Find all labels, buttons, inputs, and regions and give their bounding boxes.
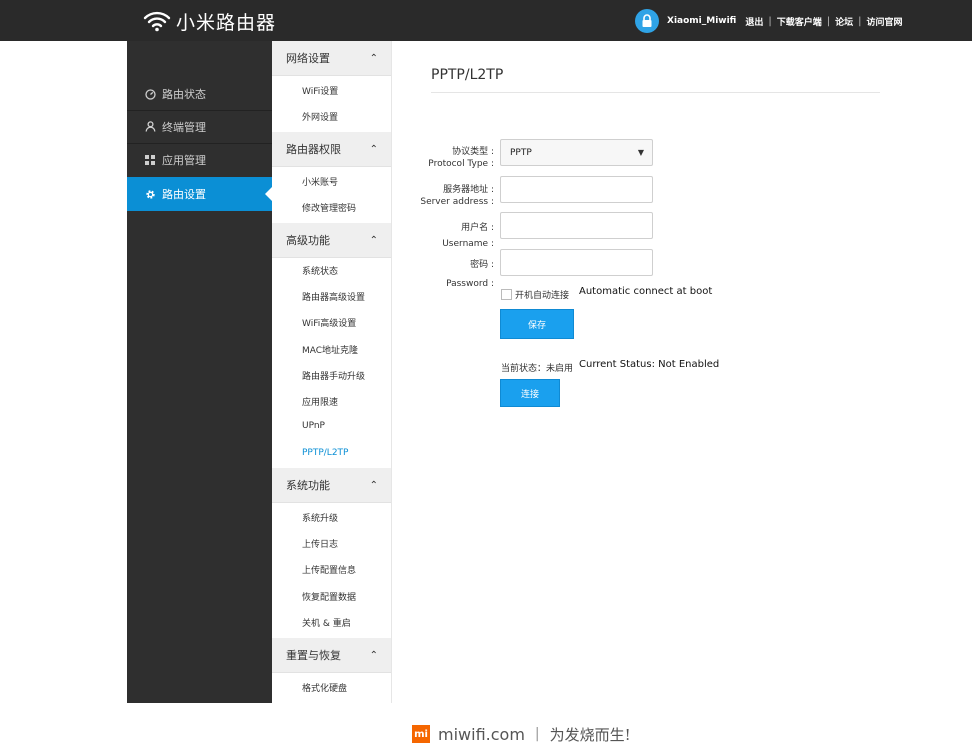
save-button[interactable]: 保存 [500,309,574,339]
auto-connect-checkbox[interactable] [501,289,512,300]
subnav-item-upnp[interactable]: UPnP [302,421,325,431]
group-title: 系统功能 [286,479,330,492]
chevron-up-icon: ⌃ [369,234,378,246]
subnav-item-admin-password[interactable]: 修改管理密码 [302,201,356,214]
label-cn: 密码 : [470,260,494,270]
label-en: Username : [442,239,494,249]
lock-icon [635,9,659,33]
protocol-type-select[interactable]: PPTP ▼ [500,139,653,166]
label-cn: 用户名 : [461,223,494,233]
user-area: Xiaomi_Miwifi 退出 | 下载客户端 | 论坛 | 访问官网 [635,9,903,33]
page-title: PPTP/L2TP [431,67,504,83]
logo[interactable]: 小米路由器 [143,8,276,34]
subnav-group-system[interactable]: 系统功能 ⌃ [272,468,391,503]
username-label: 用户名 : Username : [412,220,494,252]
subnav-item-router-advanced[interactable]: 路由器高级设置 [302,290,365,303]
settings-subnav: 网络设置 ⌃ WiFi设置 外网设置 路由器权限 ⌃ 小米账号 修改管理密码 高… [272,41,392,703]
username-input[interactable] [500,212,653,239]
subnav-item-shutdown-reboot[interactable]: 关机 & 重启 [302,616,351,629]
subnav-item-upload-log[interactable]: 上传日志 [302,537,338,550]
label-cn: 协议类型 : [452,147,494,157]
subnav-group-network[interactable]: 网络设置 ⌃ [272,41,391,76]
chevron-up-icon: ⌃ [369,479,378,491]
chevron-up-icon: ⌃ [369,649,378,661]
subnav-item-restore-config[interactable]: 恢复配置数据 [302,590,356,603]
subnav-group-reset[interactable]: 重置与恢复 ⌃ [272,638,391,673]
current-status-label: 当前状态：未启用 [501,364,574,374]
header-divider: | [768,15,772,27]
sidebar-item-label: 路由状态 [162,88,206,101]
sidebar-item-router-settings[interactable]: 路由设置 [127,177,273,211]
wifi-icon [143,11,171,32]
sidebar-item-label: 终端管理 [162,120,206,134]
subnav-item-wifi[interactable]: WiFi设置 [302,84,338,97]
username-label: Xiaomi_Miwifi [667,16,737,26]
subnav-item-wan[interactable]: 外网设置 [302,110,338,123]
footer: mi miwifi.com | 为发烧而生! [412,724,631,744]
subnav-item-mac-clone[interactable]: MAC地址克隆 [302,343,358,356]
server-address-input[interactable] [500,176,653,203]
header-divider: | [858,15,862,27]
sidebar-item-label: 路由设置 [162,188,206,201]
password-label: 密码 : Password : [412,256,494,294]
subnav-group-advanced[interactable]: 高级功能 ⌃ [272,223,391,258]
footer-divider: | [534,726,540,742]
subnav-item-upload-config[interactable]: 上传配置信息 [302,563,356,576]
label-cn: 服务器地址 : [443,185,494,195]
group-title: 高级功能 [286,234,330,247]
auto-connect-label: 开机自动连接 [515,291,570,301]
download-client-link[interactable]: 下载客户端 [777,15,822,28]
main-sidebar: 路由状态 终端管理 应用管理 路由设置 [127,41,273,703]
official-site-link[interactable]: 访问官网 [867,15,903,28]
auto-connect-label-en: Automatic connect at boot [579,286,713,297]
sidebar-item-apps[interactable]: 应用管理 [127,143,272,175]
select-value: PPTP [510,147,532,158]
forum-link[interactable]: 论坛 [835,15,853,28]
subnav-group-permissions[interactable]: 路由器权限 ⌃ [272,132,391,167]
subnav-item-pptp-l2tp[interactable]: PPTP/L2TP [302,448,348,458]
subnav-item-wifi-advanced[interactable]: WiFi高级设置 [302,316,356,329]
chevron-up-icon: ⌃ [369,143,378,155]
sidebar-item-label: 应用管理 [162,153,206,167]
logout-link[interactable]: 退出 [745,15,763,28]
caret-down-icon: ▼ [637,148,644,157]
header-divider: | [826,15,831,27]
protocol-type-label: 协议类型 : Protocol Type : [412,146,494,170]
sidebar-item-router-status[interactable]: 路由状态 [127,78,272,110]
label-en: Server address : [420,197,494,207]
label-en: Password : [446,279,494,289]
gear-icon [144,188,156,200]
password-input[interactable] [500,249,653,276]
label-en: Protocol Type : [428,159,494,169]
server-address-label: 服务器地址 : Server address : [402,184,494,208]
app-name: 小米路由器 [176,11,277,34]
top-header: 小米路由器 Xiaomi_Miwifi 退出 | 下载客户端 | 论坛 | 访问… [0,0,972,41]
mi-logo: mi [412,725,430,743]
footer-domain: miwifi.com [438,724,525,744]
subnav-item-format-disk[interactable]: 格式化硬盘 [302,681,347,694]
chevron-up-icon: ⌃ [369,52,378,64]
person-icon [144,121,156,133]
title-divider [431,92,880,93]
connect-button[interactable]: 连接 [500,379,560,407]
subnav-item-system-status[interactable]: 系统状态 [302,264,338,277]
group-title: 路由器权限 [286,143,341,156]
gauge-icon [144,88,156,100]
sidebar-item-devices[interactable]: 终端管理 [127,110,272,142]
apps-grid-icon [144,154,156,166]
current-status-label-en: Current Status: Not Enabled [579,359,720,370]
subnav-item-mi-account[interactable]: 小米账号 [302,175,338,188]
subnav-item-app-speed-limit[interactable]: 应用限速 [302,395,338,408]
group-title: 网络设置 [286,52,330,65]
subnav-item-system-upgrade[interactable]: 系统升级 [302,511,338,524]
footer-slogan: 为发烧而生! [549,725,631,744]
subnav-item-manual-upgrade[interactable]: 路由器手动升级 [302,369,365,382]
group-title: 重置与恢复 [286,649,341,662]
